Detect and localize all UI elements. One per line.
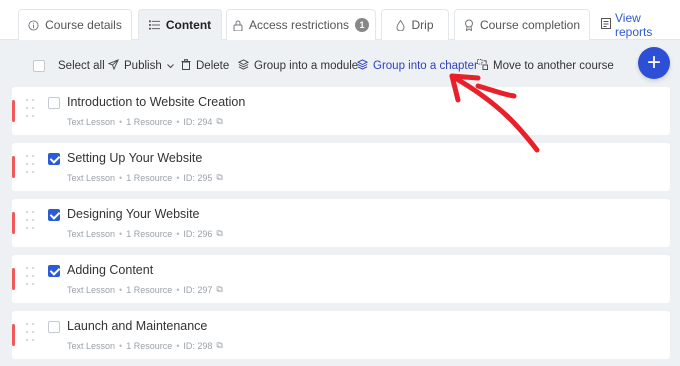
report-icon bbox=[601, 17, 611, 32]
tab-access-restrictions[interactable]: Access restrictions 1 bbox=[226, 9, 376, 40]
info-icon bbox=[28, 19, 39, 31]
copy-icon[interactable]: ⧉ bbox=[216, 228, 222, 239]
lesson-id: ID: 295 bbox=[183, 172, 213, 183]
lesson-checkbox[interactable] bbox=[48, 265, 60, 277]
lesson-resources: 1 Resource bbox=[126, 172, 173, 183]
lesson-title[interactable]: Setting Up Your Website bbox=[67, 151, 202, 165]
lesson-meta: Text Lesson • 1 Resource • ID: 297 ⧉ bbox=[67, 284, 223, 295]
drop-icon bbox=[396, 19, 405, 31]
trash-icon bbox=[181, 59, 191, 73]
move-course-label: Move to another course bbox=[493, 60, 614, 72]
lesson-resources: 1 Resource bbox=[126, 116, 173, 127]
lesson-resources: 1 Resource bbox=[126, 340, 173, 351]
tab-label: Course details bbox=[45, 18, 122, 32]
tab-course-details[interactable]: Course details bbox=[18, 9, 132, 40]
copy-icon[interactable]: ⧉ bbox=[216, 172, 222, 183]
lesson-meta: Text Lesson • 1 Resource • ID: 295 ⧉ bbox=[67, 172, 223, 183]
row-status-marker bbox=[12, 212, 15, 234]
drag-handle-icon[interactable] bbox=[26, 99, 36, 123]
view-reports-link[interactable]: View reports bbox=[601, 9, 680, 40]
copy-icon[interactable]: ⧉ bbox=[216, 116, 222, 127]
tab-bar: Course details Content Access restrictio… bbox=[0, 0, 680, 40]
lesson-type: Text Lesson bbox=[67, 228, 116, 239]
group-module-label: Group into a module bbox=[254, 60, 359, 72]
lesson-id: ID: 294 bbox=[183, 116, 213, 127]
select-all-label: Select all bbox=[58, 60, 105, 72]
plus-icon: + bbox=[646, 49, 661, 76]
publish-label: Publish bbox=[124, 60, 162, 72]
tab-label: Course completion bbox=[479, 18, 581, 32]
lesson-id: ID: 298 bbox=[183, 340, 213, 351]
lesson-id: ID: 296 bbox=[183, 228, 213, 239]
delete-button[interactable]: Delete bbox=[181, 58, 229, 74]
drag-handle-icon[interactable] bbox=[26, 267, 36, 291]
lesson-checkbox[interactable] bbox=[48, 97, 60, 109]
copy-icon[interactable]: ⧉ bbox=[216, 284, 222, 295]
lesson-type: Text Lesson bbox=[67, 284, 116, 295]
lesson-resources: 1 Resource bbox=[126, 284, 173, 295]
add-content-button[interactable]: + bbox=[638, 47, 670, 79]
lesson-title[interactable]: Launch and Maintenance bbox=[67, 319, 207, 333]
lesson-checkbox[interactable] bbox=[48, 153, 60, 165]
tab-label: Drip bbox=[411, 18, 434, 32]
send-icon bbox=[107, 59, 119, 73]
tab-course-completion[interactable]: Course completion bbox=[454, 9, 590, 40]
tab-label: Access restrictions bbox=[248, 18, 350, 32]
course-builder: Course details Content Access restrictio… bbox=[0, 0, 680, 366]
lesson-checkbox[interactable] bbox=[48, 321, 60, 333]
bulk-actions-toolbar: Select all Publish Delete Group into a m… bbox=[0, 44, 680, 88]
drag-handle-icon[interactable] bbox=[26, 155, 36, 179]
lesson-type: Text Lesson bbox=[67, 116, 116, 127]
drag-handle-icon[interactable] bbox=[26, 211, 36, 235]
move-icon bbox=[477, 59, 488, 73]
lock-icon bbox=[233, 20, 243, 31]
delete-label: Delete bbox=[196, 60, 230, 72]
select-all-control[interactable]: Select all bbox=[33, 58, 105, 74]
lesson-type: Text Lesson bbox=[67, 172, 116, 183]
lesson-row[interactable]: Launch and Maintenance Text Lesson • 1 Re… bbox=[12, 311, 670, 359]
lesson-title[interactable]: Designing Your Website bbox=[67, 207, 200, 221]
lesson-row[interactable]: Adding Content Text Lesson • 1 Resource • … bbox=[12, 255, 670, 303]
group-chapter-label: Group into a chapter bbox=[373, 60, 478, 72]
tab-content[interactable]: Content bbox=[138, 9, 222, 40]
lesson-id: ID: 297 bbox=[183, 284, 213, 295]
tab-label: Content bbox=[165, 18, 212, 32]
layers-icon bbox=[356, 59, 369, 73]
tab-drip[interactable]: Drip bbox=[381, 9, 449, 40]
list-icon bbox=[148, 20, 160, 30]
lesson-row[interactable]: Setting Up Your Website Text Lesson • 1 R… bbox=[12, 143, 670, 191]
lesson-meta: Text Lesson • 1 Resource • ID: 294 ⧉ bbox=[67, 116, 223, 127]
lesson-title[interactable]: Introduction to Website Creation bbox=[67, 95, 245, 109]
restrictions-count-badge: 1 bbox=[355, 18, 370, 32]
publish-button[interactable]: Publish bbox=[107, 58, 174, 74]
lesson-row[interactable]: Introduction to Website Creation Text Le… bbox=[12, 87, 670, 135]
row-status-marker bbox=[12, 268, 15, 290]
select-all-checkbox[interactable] bbox=[33, 60, 45, 72]
lesson-meta: Text Lesson • 1 Resource • ID: 298 ⧉ bbox=[67, 340, 223, 351]
drag-handle-icon[interactable] bbox=[26, 323, 36, 347]
lesson-title[interactable]: Adding Content bbox=[67, 263, 153, 277]
lesson-checkbox[interactable] bbox=[48, 209, 60, 221]
lesson-resources: 1 Resource bbox=[126, 228, 173, 239]
row-status-marker bbox=[12, 156, 15, 178]
copy-icon[interactable]: ⧉ bbox=[216, 340, 222, 351]
group-into-chapter-button[interactable]: Group into a chapter bbox=[356, 58, 478, 74]
group-into-module-button[interactable]: Group into a module bbox=[237, 58, 359, 74]
lesson-row[interactable]: Designing Your Website Text Lesson • 1 Re… bbox=[12, 199, 670, 247]
chevron-down-icon bbox=[166, 62, 174, 71]
layers-icon bbox=[237, 59, 250, 73]
row-status-marker bbox=[12, 324, 15, 346]
lesson-type: Text Lesson bbox=[67, 340, 116, 351]
lesson-meta: Text Lesson • 1 Resource • ID: 296 ⧉ bbox=[67, 228, 223, 239]
move-to-another-course-button[interactable]: Move to another course bbox=[477, 58, 614, 74]
view-reports-label: View reports bbox=[615, 10, 653, 39]
award-icon bbox=[464, 19, 474, 31]
row-status-marker bbox=[12, 100, 15, 122]
